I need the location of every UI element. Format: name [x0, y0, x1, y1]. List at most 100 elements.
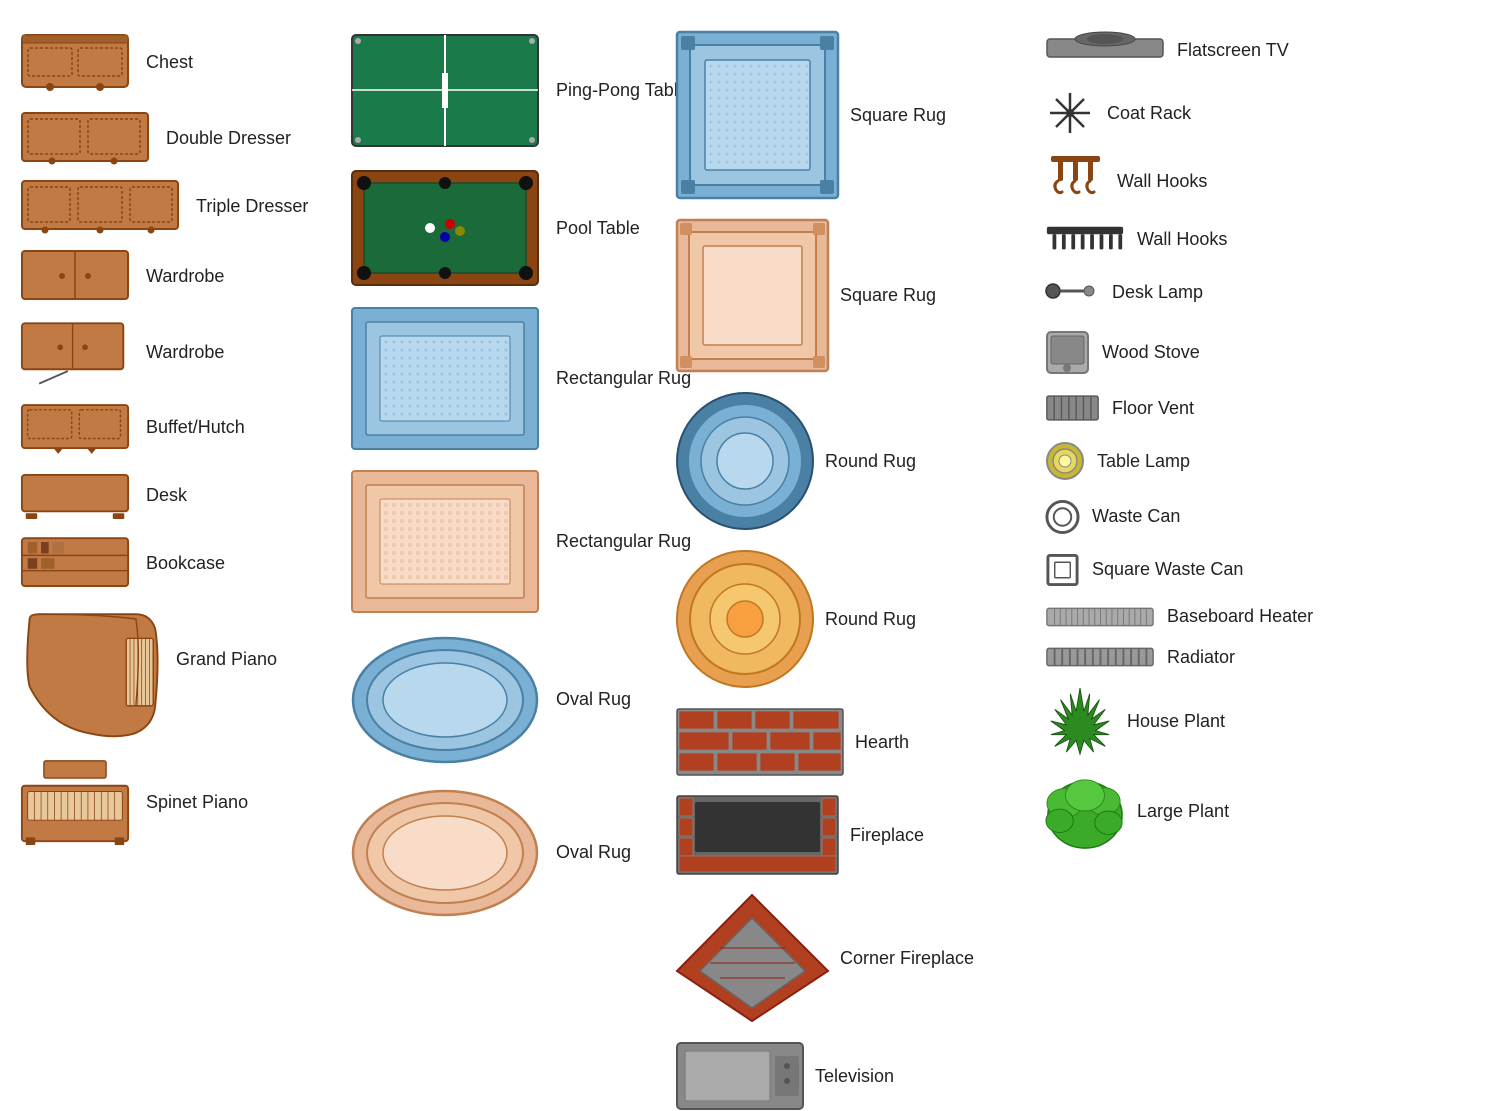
- fireplace-label: Fireplace: [850, 825, 924, 846]
- rect-rug2-icon: [350, 469, 540, 614]
- waste-can-label: Waste Can: [1092, 506, 1180, 527]
- desk-lamp-label: Desk Lamp: [1112, 282, 1203, 303]
- square-waste-item: Square Waste Can: [1045, 552, 1243, 587]
- hearth-item: Hearth: [675, 707, 909, 777]
- spinet-piano-item: Spinet Piano: [20, 757, 248, 847]
- flatscreen-label: Flatscreen TV: [1177, 40, 1289, 61]
- corner-fireplace-icon: [675, 893, 830, 1023]
- large-plant-icon: [1045, 774, 1125, 849]
- flatscreen-item: Flatscreen TV: [1045, 30, 1289, 70]
- pool-table-item: Pool Table: [350, 168, 640, 288]
- desk-label: Desk: [146, 485, 187, 506]
- floor-vent-label: Floor Vent: [1112, 398, 1194, 419]
- waste-can-item: Waste Can: [1045, 499, 1180, 534]
- double-dresser-item: Double Dresser: [20, 113, 291, 163]
- floor-vent-item: Floor Vent: [1045, 393, 1194, 423]
- wardrobe1-icon: [20, 249, 130, 304]
- corner-fireplace-item: Corner Fireplace: [675, 893, 974, 1023]
- chest-item: Chest: [20, 30, 193, 95]
- wall-hooks2-icon: [1045, 224, 1125, 254]
- hearth-icon: [675, 707, 845, 777]
- baseboard-item: Baseboard Heater: [1045, 605, 1313, 628]
- ping-pong-item: Ping-Pong Table: [350, 30, 688, 150]
- desk-icon: [20, 473, 130, 518]
- ping-pong-icon: [350, 30, 540, 150]
- radiator-item: Radiator: [1045, 646, 1235, 668]
- bookcase-label: Bookcase: [146, 553, 225, 574]
- fireplace-icon: [675, 795, 840, 875]
- wall-hooks2-label: Wall Hooks: [1137, 229, 1227, 250]
- spinet-piano-icon: [20, 757, 130, 847]
- square-rug2-icon: [675, 218, 830, 373]
- oval-rug1-icon: [350, 632, 540, 767]
- desk-item: Desk: [20, 473, 187, 518]
- desk-lamp-item: Desk Lamp: [1045, 272, 1203, 312]
- table-lamp-icon: [1045, 441, 1085, 481]
- pool-table-label: Pool Table: [556, 218, 640, 239]
- wall-hooks1-icon: [1045, 156, 1105, 206]
- house-plant-label: House Plant: [1127, 711, 1225, 732]
- wardrobe1-item: Wardrobe: [20, 249, 224, 304]
- ping-pong-label: Ping-Pong Table: [556, 80, 688, 101]
- square-waste-label: Square Waste Can: [1092, 558, 1243, 581]
- floor-vent-icon: [1045, 393, 1100, 423]
- grand-piano-icon: [20, 609, 160, 739]
- triple-dresser-icon: [20, 181, 180, 231]
- house-plant-item: House Plant: [1045, 686, 1225, 756]
- rect-rug2-item: Rectangular Rug: [350, 469, 691, 614]
- coat-rack-item: Coat Rack: [1045, 88, 1191, 138]
- bookcase-icon: [20, 536, 130, 591]
- radiator-icon: [1045, 646, 1155, 668]
- wall-hooks1-item: Wall Hooks: [1045, 156, 1207, 206]
- corner-fireplace-label: Corner Fireplace: [840, 948, 974, 969]
- grand-piano-label: Grand Piano: [176, 609, 277, 670]
- table-lamp-item: Table Lamp: [1045, 441, 1190, 481]
- buffet-item: Buffet/Hutch: [20, 400, 245, 455]
- triple-dresser-item: Triple Dresser: [20, 181, 308, 231]
- wood-stove-label: Wood Stove: [1102, 342, 1200, 363]
- chest-label: Chest: [146, 52, 193, 73]
- oval-rug2-item: Oval Rug: [350, 785, 631, 920]
- wardrobe2-label: Wardrobe: [146, 342, 224, 363]
- round-rug1-label: Round Rug: [825, 451, 916, 472]
- bookcase-item: Bookcase: [20, 536, 225, 591]
- wardrobe2-item: Wardrobe: [20, 322, 224, 382]
- round-rug2-label: Round Rug: [825, 609, 916, 630]
- desk-lamp-icon: [1045, 272, 1100, 312]
- hearth-label: Hearth: [855, 732, 909, 753]
- wall-hooks1-label: Wall Hooks: [1117, 171, 1207, 192]
- fireplace-item: Fireplace: [675, 795, 924, 875]
- wardrobe1-label: Wardrobe: [146, 266, 224, 287]
- square-rug2-item: Square Rug: [675, 218, 936, 373]
- waste-can-icon: [1045, 499, 1080, 534]
- square-waste-icon: [1045, 552, 1080, 587]
- chest-icon: [20, 30, 130, 95]
- table-lamp-label: Table Lamp: [1097, 451, 1190, 472]
- large-plant-item: Large Plant: [1045, 774, 1229, 849]
- baseboard-heater-icon: [1045, 606, 1155, 628]
- round-rug1-item: Round Rug: [675, 391, 916, 531]
- television-label: Television: [815, 1066, 894, 1087]
- wall-hooks2-item: Wall Hooks: [1045, 224, 1227, 254]
- large-plant-label: Large Plant: [1137, 801, 1229, 822]
- oval-rug1-item: Oval Rug: [350, 632, 631, 767]
- round-rug1-icon: [675, 391, 815, 531]
- rect-rug1-icon: [350, 306, 540, 451]
- round-rug2-item: Round Rug: [675, 549, 916, 689]
- square-rug1-label: Square Rug: [850, 105, 946, 126]
- oval-rug1-label: Oval Rug: [556, 689, 631, 710]
- buffet-label: Buffet/Hutch: [146, 417, 245, 438]
- spinet-piano-label: Spinet Piano: [146, 792, 248, 813]
- flatscreen-tv-icon: [1045, 30, 1165, 70]
- grand-piano-item: Grand Piano: [20, 609, 277, 739]
- coat-rack-label: Coat Rack: [1107, 103, 1191, 124]
- oval-rug2-icon: [350, 785, 540, 920]
- television-item: Television: [675, 1041, 894, 1111]
- television-icon: [675, 1041, 805, 1111]
- wood-stove-item: Wood Stove: [1045, 330, 1200, 375]
- house-plant-icon: [1045, 686, 1115, 756]
- oval-rug2-label: Oval Rug: [556, 842, 631, 863]
- double-dresser-icon: [20, 113, 150, 163]
- wardrobe2-icon: [20, 322, 130, 382]
- triple-dresser-label: Triple Dresser: [196, 196, 308, 217]
